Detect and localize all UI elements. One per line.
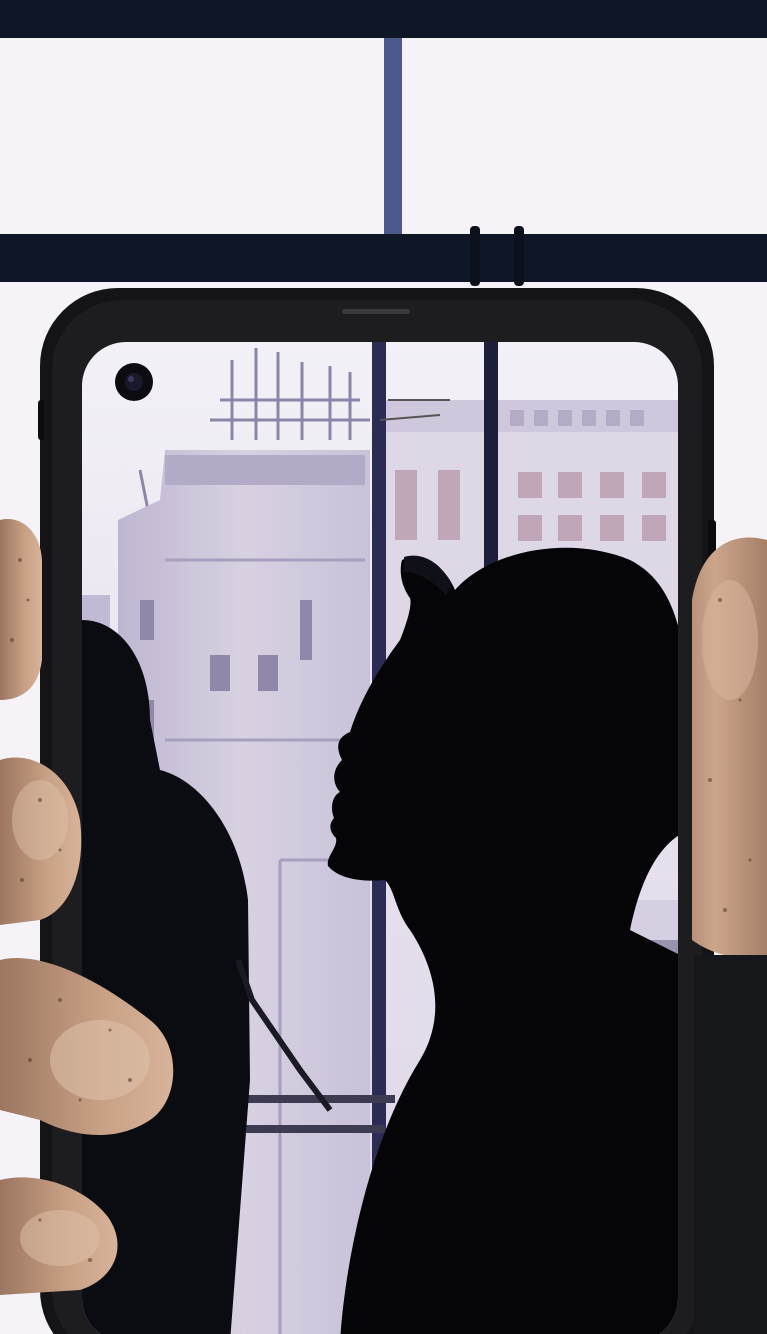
- window-frame-top: [0, 0, 767, 38]
- railing: [225, 1095, 395, 1103]
- right-hand: [692, 537, 767, 1334]
- window-latch-2: [514, 226, 524, 286]
- left-thumb-top: [0, 519, 42, 700]
- building-left-cornice: [165, 455, 365, 485]
- scene-illustration: [0, 0, 767, 1334]
- right-sleeve: [694, 955, 767, 1334]
- phone-screen: [82, 342, 678, 1334]
- phone-speaker-grille: [342, 309, 410, 314]
- photo-scene: [0, 0, 767, 1334]
- left-fingernail: [50, 1020, 150, 1100]
- window-frame-middle: [0, 234, 767, 282]
- phone-side-button-left: [38, 400, 44, 440]
- window-latch: [470, 226, 480, 286]
- window-bar-vertical: [384, 38, 402, 234]
